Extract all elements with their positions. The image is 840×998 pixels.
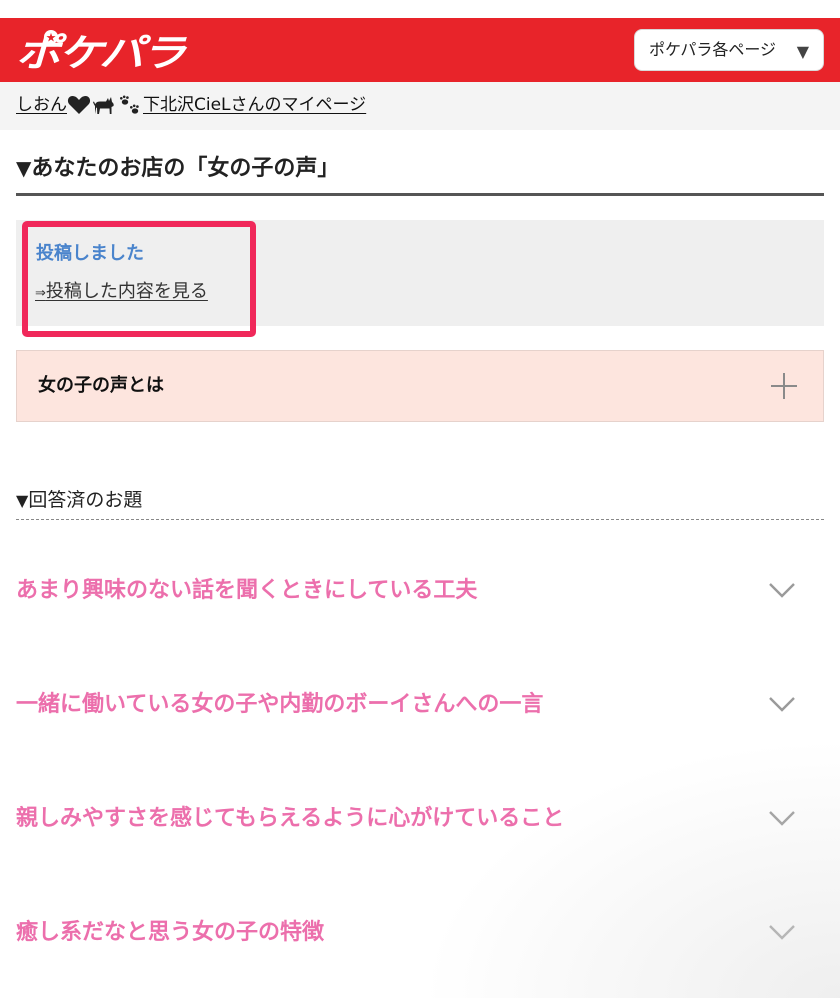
- logo-text: ポケパラ: [16, 31, 188, 75]
- site-header: ポケパラ ★ ポケパラ各ページ ▼: [0, 18, 840, 82]
- about-accordion-label: 女の子の声とは: [38, 375, 164, 396]
- about-accordion[interactable]: 女の子の声とは: [16, 350, 824, 422]
- triangle-down-icon: ▼: [16, 491, 29, 510]
- mypage-bar: しおん 下北沢CieLさんのマイページ: [0, 82, 840, 130]
- site-logo[interactable]: ポケパラ ★: [14, 26, 189, 76]
- post-status-text: 投稿しました: [36, 243, 144, 264]
- mypage-name-suffix: 下北沢CieLさんのマイページ: [143, 95, 367, 115]
- black-cat-icon: [93, 97, 114, 114]
- chevron-down-icon[interactable]: [768, 581, 796, 599]
- answered-topics-title-text: 回答済のお題: [28, 489, 143, 511]
- chevron-down-icon[interactable]: [768, 695, 796, 713]
- plus-icon[interactable]: [771, 373, 797, 399]
- section-title: ▼あなたのお店の「女の子の声」: [16, 148, 824, 196]
- view-post-link[interactable]: ⇒投稿した内容を見る: [35, 278, 208, 308]
- pages-menu-button[interactable]: ポケパラ各ページ ▼: [634, 29, 824, 71]
- topic-item[interactable]: 親しみやすさを感じてもらえるように心がけていること: [16, 789, 824, 849]
- answered-topics-title: ▼回答済のお題: [16, 485, 824, 520]
- top-strip: [0, 0, 840, 18]
- topic-label: 癒し系だなと思う女の子の特徴: [16, 920, 325, 945]
- chevron-down-icon[interactable]: [768, 923, 796, 941]
- pages-menu-label: ポケパラ各ページ: [649, 40, 777, 59]
- mypage-name-prefix: しおん: [16, 95, 67, 115]
- topic-label: 一緒に働いている女の子や内勤のボーイさんへの一言: [16, 692, 544, 717]
- topic-label: 親しみやすさを感じてもらえるように心がけていること: [16, 806, 565, 831]
- logo-star-icon: ★: [46, 31, 57, 45]
- topic-item[interactable]: あまり興味のない話を聞くときにしている工夫: [16, 561, 824, 621]
- chevron-down-icon[interactable]: [768, 809, 796, 827]
- paw-prints-icon: [120, 95, 139, 114]
- right-arrow-icon: ⇒: [35, 286, 46, 301]
- section-title-text: あなたのお店の「女の子の声」: [31, 156, 340, 181]
- triangle-down-icon: ▼: [16, 156, 32, 180]
- caret-down-icon: ▼: [796, 42, 809, 61]
- topic-item[interactable]: 一緒に働いている女の子や内勤のボーイさんへの一言: [16, 675, 824, 735]
- mypage-link[interactable]: しおん 下北沢CieLさんのマイページ: [16, 90, 366, 120]
- topic-item[interactable]: 癒し系だなと思う女の子の特徴: [16, 903, 824, 963]
- view-post-link-label: 投稿した内容を見る: [45, 281, 208, 302]
- topic-label: あまり興味のない話を聞くときにしている工夫: [16, 578, 478, 603]
- black-heart-icon: [67, 96, 91, 114]
